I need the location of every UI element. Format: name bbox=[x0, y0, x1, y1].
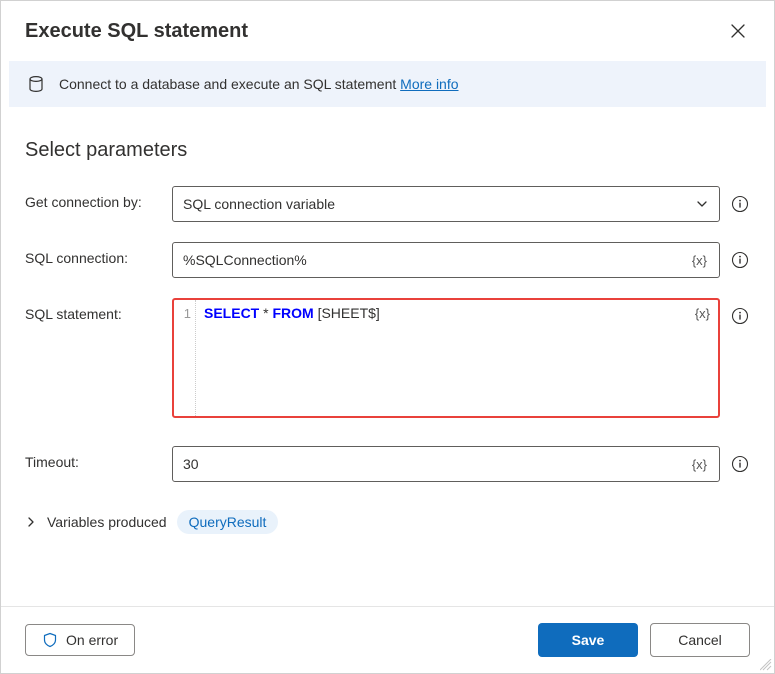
timeout-value: 30 bbox=[183, 456, 690, 472]
close-button[interactable] bbox=[726, 19, 750, 43]
dialog: Execute SQL statement Connect to a datab… bbox=[0, 0, 775, 674]
info-get-connection[interactable] bbox=[730, 194, 750, 214]
on-error-button[interactable]: On error bbox=[25, 624, 135, 656]
field-sql-connection: %SQLConnection% {x} bbox=[172, 242, 750, 278]
insert-variable-button[interactable]: {x} bbox=[690, 253, 709, 268]
sql-text: * bbox=[259, 305, 272, 321]
dialog-footer: On error Save Cancel bbox=[1, 606, 774, 673]
info-banner: Connect to a database and execute an SQL… bbox=[9, 61, 766, 107]
insert-variable-button[interactable]: {x} bbox=[695, 306, 710, 321]
info-icon bbox=[731, 455, 749, 473]
sql-statement-code[interactable]: SELECT * FROM [SHEET$] bbox=[196, 300, 718, 416]
more-info-link[interactable]: More info bbox=[400, 76, 458, 92]
info-icon bbox=[731, 195, 749, 213]
database-icon bbox=[27, 75, 45, 93]
save-button[interactable]: Save bbox=[538, 623, 638, 657]
on-error-label: On error bbox=[66, 632, 118, 648]
label-sql-connection: SQL connection: bbox=[25, 242, 160, 266]
row-timeout: Timeout: 30 {x} bbox=[25, 446, 750, 482]
label-sql-statement: SQL statement: bbox=[25, 298, 160, 322]
info-banner-text: Connect to a database and execute an SQL… bbox=[59, 76, 459, 92]
variables-produced-row[interactable]: Variables produced QueryResult bbox=[25, 510, 750, 534]
dialog-body: Select parameters Get connection by: SQL… bbox=[1, 107, 774, 606]
sql-connection-value: %SQLConnection% bbox=[183, 252, 690, 268]
cancel-button[interactable]: Cancel bbox=[650, 623, 750, 657]
variable-badge-queryresult[interactable]: QueryResult bbox=[177, 510, 279, 534]
sql-text: [SHEET$] bbox=[314, 305, 380, 321]
get-connection-dropdown[interactable]: SQL connection variable bbox=[172, 186, 720, 222]
insert-variable-button[interactable]: {x} bbox=[690, 457, 709, 472]
timeout-input[interactable]: 30 {x} bbox=[172, 446, 720, 482]
field-sql-statement: 1 SELECT * FROM [SHEET$] {x} bbox=[172, 298, 750, 418]
row-sql-statement: SQL statement: 1 SELECT * FROM [SHEET$] … bbox=[25, 298, 750, 418]
shield-icon bbox=[42, 632, 58, 648]
sql-connection-input[interactable]: %SQLConnection% {x} bbox=[172, 242, 720, 278]
footer-actions: Save Cancel bbox=[538, 623, 750, 657]
info-sql-connection[interactable] bbox=[730, 250, 750, 270]
field-get-connection: SQL connection variable bbox=[172, 186, 750, 222]
sql-keyword: SELECT bbox=[204, 305, 259, 321]
sql-keyword: FROM bbox=[272, 305, 313, 321]
chevron-down-icon bbox=[695, 197, 709, 211]
chevron-right-icon bbox=[25, 516, 37, 528]
close-icon bbox=[730, 23, 746, 39]
info-timeout[interactable] bbox=[730, 454, 750, 474]
banner-text: Connect to a database and execute an SQL… bbox=[59, 76, 400, 92]
field-timeout: 30 {x} bbox=[172, 446, 750, 482]
section-title: Select parameters bbox=[25, 139, 750, 162]
label-get-connection: Get connection by: bbox=[25, 186, 160, 210]
row-get-connection: Get connection by: SQL connection variab… bbox=[25, 186, 750, 222]
line-number-gutter: 1 bbox=[174, 300, 196, 416]
sql-statement-editor[interactable]: 1 SELECT * FROM [SHEET$] {x} bbox=[172, 298, 720, 418]
dialog-title: Execute SQL statement bbox=[25, 20, 248, 43]
label-timeout: Timeout: bbox=[25, 446, 160, 470]
variables-produced-label: Variables produced bbox=[47, 514, 167, 530]
row-sql-connection: SQL connection: %SQLConnection% {x} bbox=[25, 242, 750, 278]
dialog-header: Execute SQL statement bbox=[1, 1, 774, 51]
info-icon bbox=[731, 251, 749, 269]
info-icon bbox=[731, 307, 749, 325]
resize-grip-icon[interactable] bbox=[760, 659, 772, 671]
info-sql-statement[interactable] bbox=[730, 306, 750, 326]
get-connection-value: SQL connection variable bbox=[183, 196, 695, 212]
